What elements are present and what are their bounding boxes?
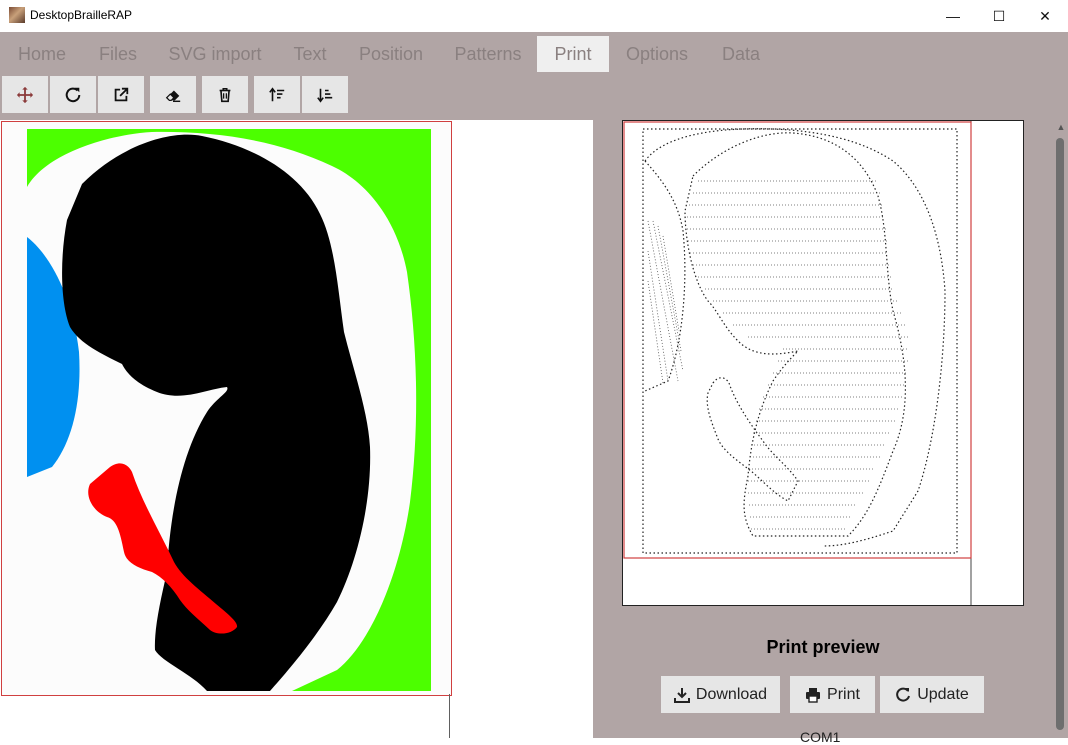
tab-options[interactable]: Options <box>618 36 696 72</box>
move-button[interactable] <box>2 76 48 113</box>
preview-graphic <box>623 121 972 605</box>
printer-icon <box>806 687 821 703</box>
print-preview-label: Print preview <box>766 637 880 657</box>
title-bar: DesktopBrailleRAP — ☐ ✕ <box>0 0 1068 32</box>
close-button[interactable]: ✕ <box>1022 0 1068 32</box>
tab-data[interactable]: Data <box>712 36 770 72</box>
tab-home[interactable]: Home <box>8 36 76 72</box>
app-logo-icon <box>9 7 25 23</box>
update-button[interactable]: Update <box>880 676 984 713</box>
print-label: Print <box>827 685 860 703</box>
tab-patterns[interactable]: Patterns <box>446 36 530 72</box>
sort-down-icon <box>317 88 333 103</box>
tab-print[interactable]: Print <box>537 36 609 72</box>
download-label: Download <box>695 685 768 703</box>
print-panel: Print preview Download Print Update COM1 <box>593 120 1068 745</box>
sort-ascending-button[interactable] <box>254 76 300 113</box>
toolbar <box>0 74 1068 120</box>
design-graphic <box>27 129 431 692</box>
design-canvas[interactable] <box>1 121 452 696</box>
export-button[interactable] <box>98 76 144 113</box>
minimize-button[interactable]: — <box>930 0 976 32</box>
eraser-icon <box>165 90 181 102</box>
maximize-button[interactable]: ☐ <box>976 0 1022 32</box>
delete-button[interactable] <box>202 76 248 113</box>
com-port-label[interactable]: COM1 <box>800 729 840 745</box>
tab-text[interactable]: Text <box>282 36 338 72</box>
tab-bar: Home Files SVG import Text Position Patt… <box>0 32 1068 74</box>
trash-icon <box>219 87 231 102</box>
download-icon <box>673 687 690 703</box>
external-link-icon <box>114 87 129 101</box>
sort-descending-button[interactable] <box>302 76 348 113</box>
rotate-icon <box>65 87 81 102</box>
rotate-button[interactable] <box>50 76 96 113</box>
work-area <box>0 120 593 738</box>
scroll-up-icon[interactable]: ▲ <box>1056 122 1066 132</box>
sort-up-icon <box>269 86 285 101</box>
refresh-icon <box>896 687 911 702</box>
move-icon <box>16 86 34 103</box>
canvas-edge <box>449 694 450 738</box>
eraser-button[interactable] <box>150 76 196 113</box>
print-button[interactable]: Print <box>790 676 875 713</box>
download-button[interactable]: Download <box>661 676 780 713</box>
tab-svg-import[interactable]: SVG import <box>160 36 270 72</box>
update-label: Update <box>917 685 969 703</box>
tab-position[interactable]: Position <box>350 36 432 72</box>
vertical-scrollbar[interactable]: ▲ <box>1054 120 1068 738</box>
window-title: DesktopBrailleRAP <box>30 8 133 22</box>
scroll-thumb[interactable] <box>1056 138 1064 730</box>
tab-files[interactable]: Files <box>90 36 146 72</box>
print-preview <box>622 120 1024 606</box>
